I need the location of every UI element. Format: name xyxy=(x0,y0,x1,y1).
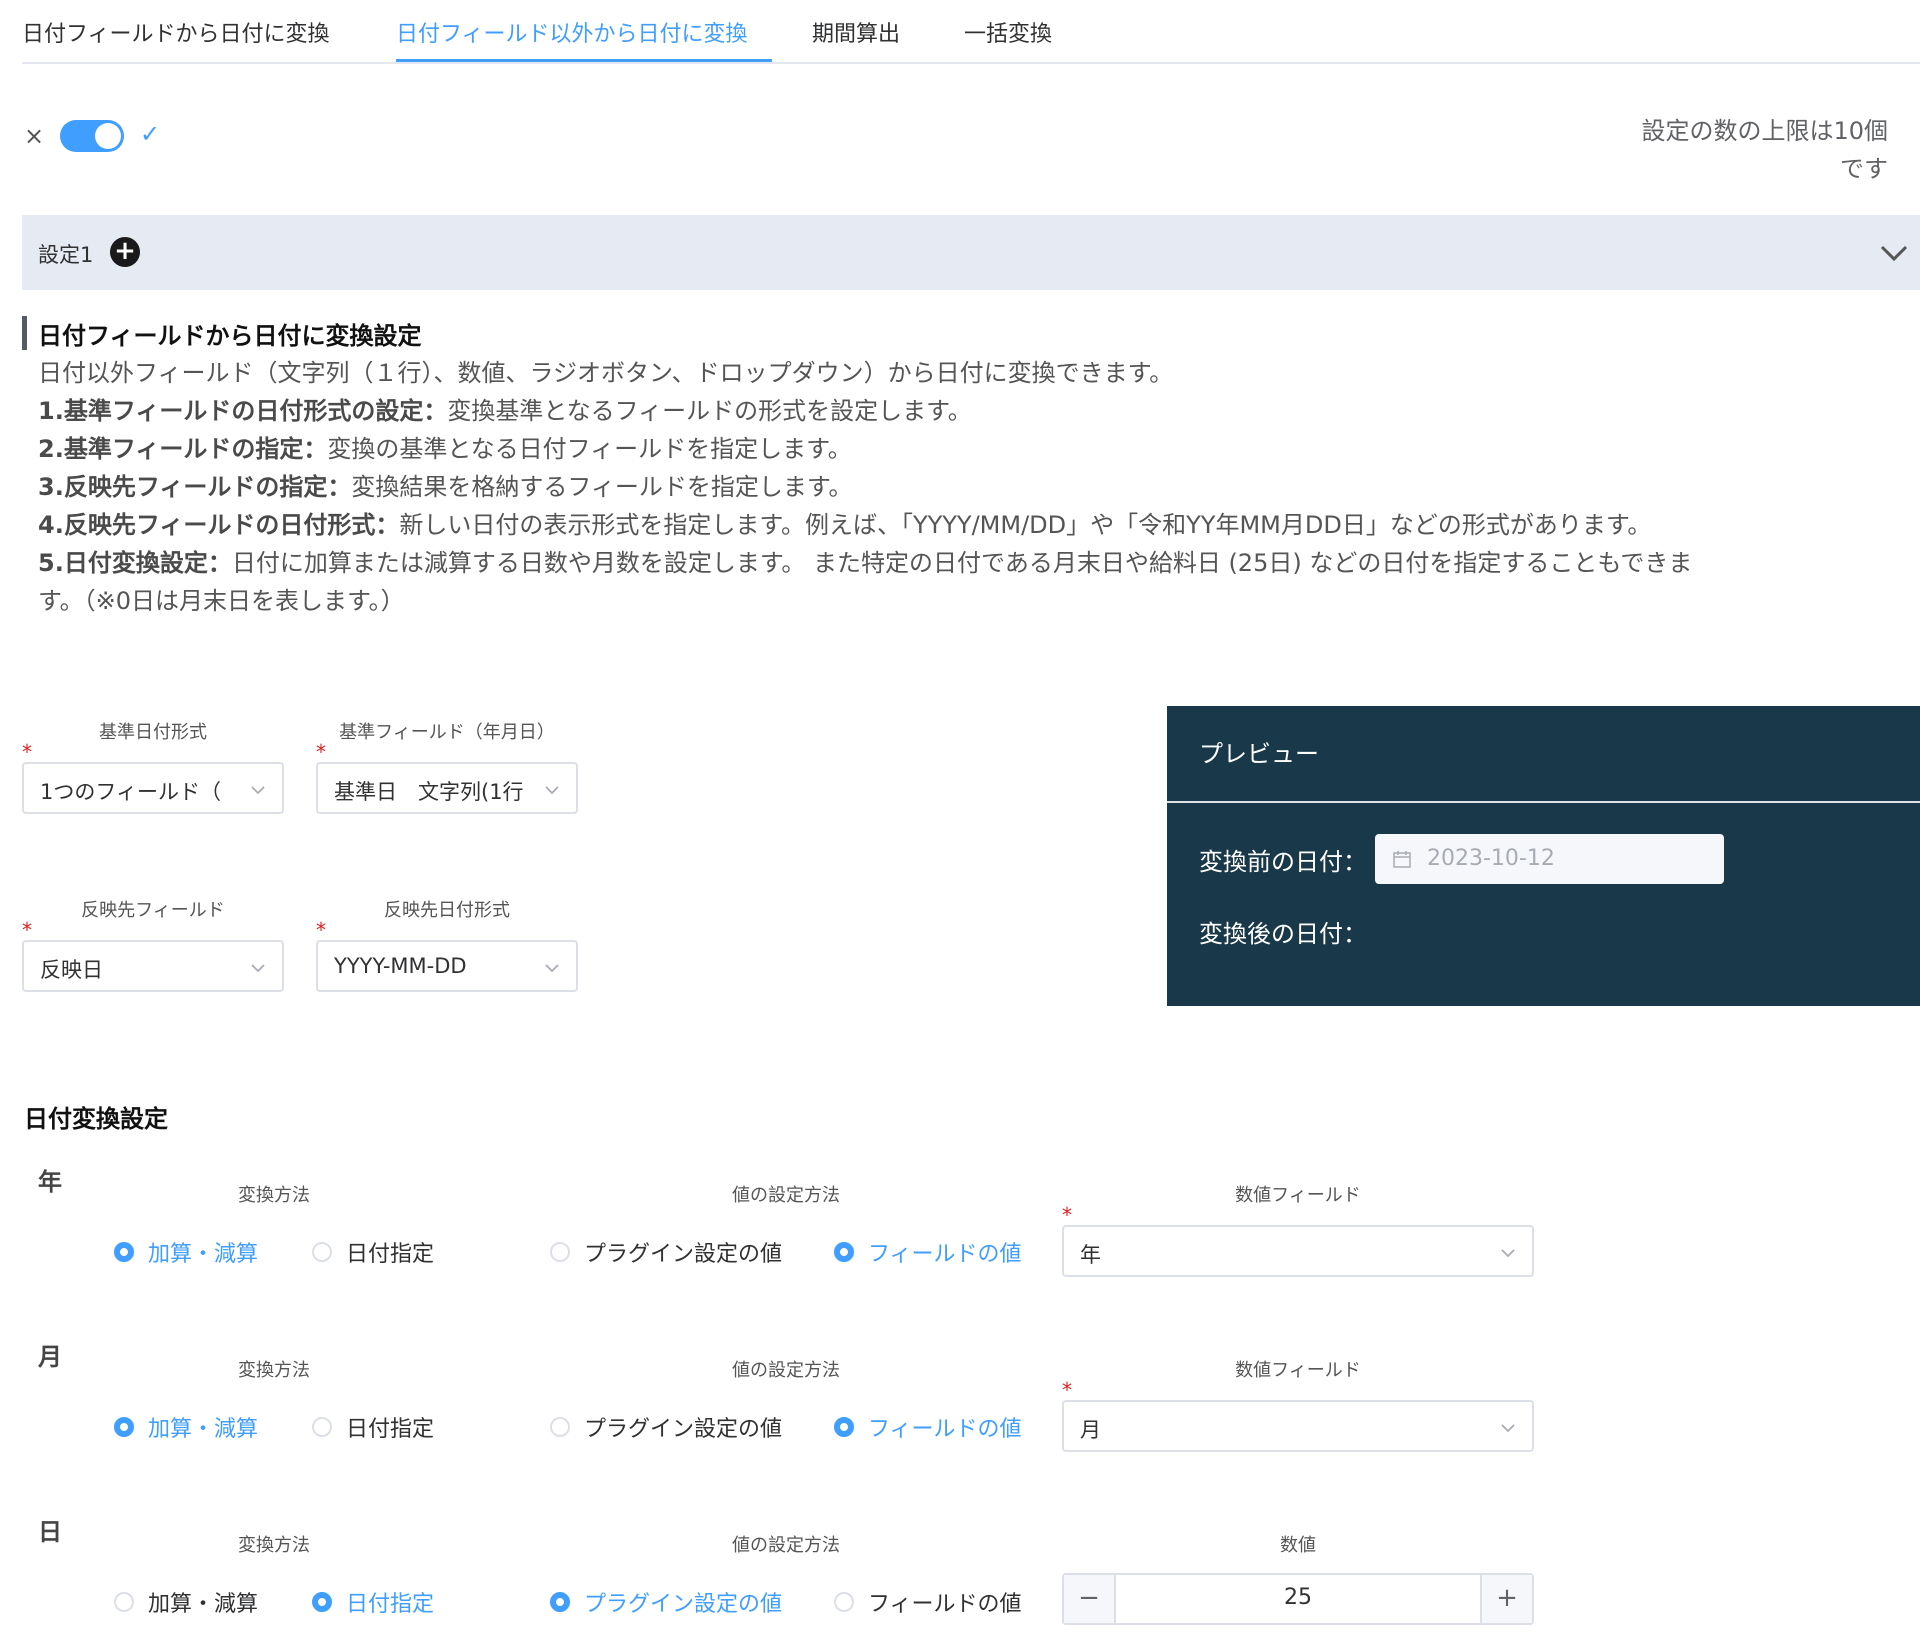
close-icon: × xyxy=(24,122,45,150)
unit-label-year: 年 xyxy=(38,1168,62,1196)
description-title: 日付フィールドから日付に変換設定 xyxy=(38,322,422,350)
year-number-field-select[interactable]: 年 xyxy=(1062,1225,1534,1277)
target-format-label: 反映先日付形式 xyxy=(384,900,510,921)
required-mark: * xyxy=(1062,1378,1072,1402)
day-number-stepper: − 25 + xyxy=(1062,1573,1534,1625)
required-mark: * xyxy=(1062,1203,1072,1227)
active-tab-indicator xyxy=(396,59,772,62)
method-label: 変換方法 xyxy=(238,1535,310,1556)
number-label: 数値 xyxy=(1280,1535,1316,1556)
base-field-select[interactable]: 基準日 文字列(1行 xyxy=(316,762,578,814)
check-icon: ✓ xyxy=(140,120,161,148)
unit-label-day: 日 xyxy=(38,1518,62,1546)
chevron-down-icon xyxy=(545,786,559,795)
preview-title: プレビュー xyxy=(1199,740,1319,768)
date-placeholder: 2023-10-12 xyxy=(1427,846,1555,871)
description-tail: す。（※0日は月末日を表します。） xyxy=(38,587,405,615)
switch-knob xyxy=(95,123,121,149)
value-method-label: 値の設定方法 xyxy=(732,1535,840,1556)
setting-collapse-header[interactable]: 設定1 + xyxy=(22,215,1920,290)
tab-bar: 日付フィールドから日付に変換 日付フィールド以外から日付に変換 期間算出 一括変… xyxy=(22,0,1920,64)
description-item: 3.反映先フィールドの指定：変換結果を格納するフィールドを指定します。 xyxy=(38,473,853,501)
number-field-label: 数値フィールド xyxy=(1235,1360,1361,1381)
description-item: 1.基準フィールドの日付形式の設定：変換基準となるフィールドの形式を設定します。 xyxy=(38,397,972,425)
description-item: 5.日付変換設定：日付に加算または減算する日数や月数を設定します。 また特定の日… xyxy=(38,549,1693,577)
tab-non-date-field-to-date[interactable]: 日付フィールド以外から日付に変換 xyxy=(396,16,748,48)
description-item: 2.基準フィールドの指定：変換の基準となる日付フィールドを指定します。 xyxy=(38,435,852,463)
base-format-select[interactable]: 1つのフィールド（ xyxy=(22,762,284,814)
chevron-down-icon xyxy=(251,786,265,795)
description-body: 日付以外フィールド（文字列（１行）、数値、ラジオボタン、ドロップダウン）から日付… xyxy=(38,354,1798,620)
after-date-label: 変換後の日付： xyxy=(1199,920,1367,948)
number-field-label: 数値フィールド xyxy=(1235,1185,1361,1206)
chevron-down-icon xyxy=(1501,1424,1515,1433)
preview-divider xyxy=(1167,801,1920,803)
method-label: 変換方法 xyxy=(238,1185,310,1206)
enable-switch[interactable] xyxy=(60,120,124,152)
base-field-label: 基準フィールド（年月日） xyxy=(339,722,555,743)
target-format-select[interactable]: YYYY-MM-DD xyxy=(316,940,578,992)
increment-button[interactable]: + xyxy=(1480,1575,1532,1623)
required-mark: * xyxy=(316,740,326,764)
decrement-button[interactable]: − xyxy=(1064,1575,1116,1623)
title-accent-bar xyxy=(22,316,27,350)
conversion-section-title: 日付変換設定 xyxy=(24,1105,168,1133)
base-format-label: 基準日付形式 xyxy=(99,722,207,743)
month-number-field-select[interactable]: 月 xyxy=(1062,1400,1534,1452)
tab-period-calc[interactable]: 期間算出 xyxy=(812,16,900,48)
required-mark: * xyxy=(316,918,326,942)
before-date-input[interactable]: 2023-10-12 xyxy=(1375,834,1724,884)
day-number-input[interactable]: 25 xyxy=(1116,1585,1480,1610)
chevron-down-icon xyxy=(1501,1249,1515,1258)
value-method-label: 値の設定方法 xyxy=(732,1360,840,1381)
setting-title: 設定1 xyxy=(38,243,94,267)
calendar-icon xyxy=(1393,851,1411,868)
setting-limit-note: 設定の数の上限は10個 です xyxy=(1641,117,1888,183)
tab-date-field-to-date[interactable]: 日付フィールドから日付に変換 xyxy=(22,16,330,48)
method-label: 変換方法 xyxy=(238,1360,310,1381)
chevron-down-icon xyxy=(545,964,559,973)
preview-panel: プレビュー 変換前の日付： 2023-10-12 変換後の日付： xyxy=(1167,706,1920,1006)
unit-label-month: 月 xyxy=(38,1343,62,1371)
value-method-label: 値の設定方法 xyxy=(732,1185,840,1206)
target-field-label: 反映先フィールド xyxy=(81,900,225,921)
description-intro: 日付以外フィールド（文字列（１行）、数値、ラジオボタン、ドロップダウン）から日付… xyxy=(38,359,1174,387)
required-mark: * xyxy=(22,918,32,942)
before-date-label: 変換前の日付： xyxy=(1199,848,1367,876)
target-field-select[interactable]: 反映日 xyxy=(22,940,284,992)
tab-bulk-convert[interactable]: 一括変換 xyxy=(964,16,1052,48)
add-setting-icon[interactable]: + xyxy=(110,237,140,267)
chevron-down-icon[interactable] xyxy=(1878,237,1910,269)
required-mark: * xyxy=(22,740,32,764)
chevron-down-icon xyxy=(251,964,265,973)
description-item: 4.反映先フィールドの日付形式：新しい日付の表示形式を指定します。例えば、「YY… xyxy=(38,511,1652,539)
